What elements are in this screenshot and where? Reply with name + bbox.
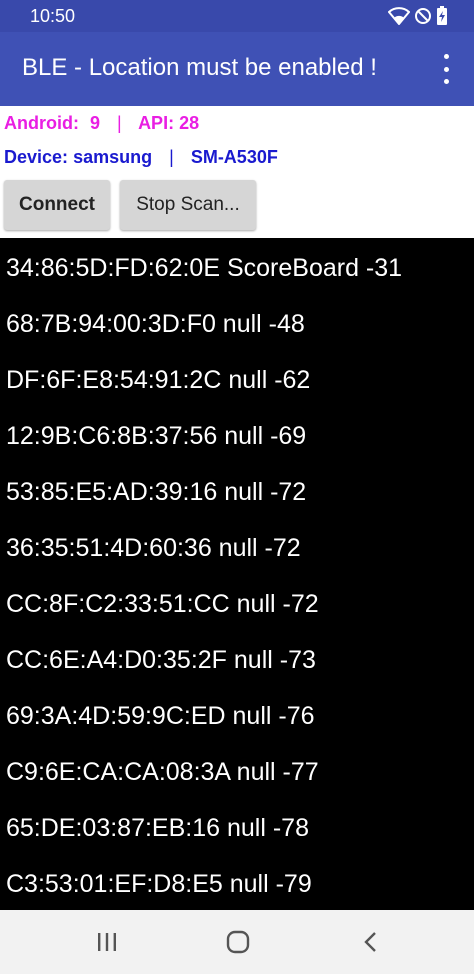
recents-icon[interactable] <box>94 930 120 954</box>
device-info: Device: samsung | SM-A530F <box>4 147 278 168</box>
api-label: API: <box>138 113 175 133</box>
device-list-item[interactable]: 36:35:51:4D:60:36 null -72 <box>0 518 474 574</box>
navigation-bar <box>0 910 474 974</box>
device-list-item[interactable]: 65:DE:03:87:EB:16 null -78 <box>0 798 474 854</box>
device-list-item[interactable]: 68:7B:94:00:3D:F0 null -48 <box>0 294 474 350</box>
device-maker: samsung <box>73 147 153 167</box>
app-title: BLE - Location must be enabled ! <box>22 54 377 81</box>
device-list-item[interactable]: 53:85:E5:AD:39:16 null -72 <box>0 462 474 518</box>
status-bar: 10:50 <box>0 0 474 32</box>
device-list-item[interactable]: 12:9B:C6:8B:37:56 null -69 <box>0 406 474 462</box>
do-not-disturb-icon <box>414 7 432 30</box>
status-time: 10:50 <box>30 6 76 26</box>
android-label: Android: <box>4 113 79 133</box>
device-model: SM-A530F <box>190 147 278 167</box>
device-list-item[interactable]: DF:6F:E8:54:91:2C null -62 <box>0 350 474 406</box>
stop-scan-button[interactable]: Stop Scan... <box>120 180 256 230</box>
battery-charging-icon <box>436 6 448 31</box>
wifi-icon <box>387 7 411 30</box>
android-info: Android: 9 | API: 28 <box>4 113 199 134</box>
device-list[interactable]: 34:86:5D:FD:62:0E ScoreBoard -31 68:7B:9… <box>0 238 474 910</box>
android-separator: | <box>117 113 122 133</box>
api-level: 28 <box>179 113 200 133</box>
back-icon[interactable] <box>358 930 384 954</box>
device-separator: | <box>169 147 174 167</box>
device-list-item[interactable]: C3:53:01:EF:D8:E5 null -79 <box>0 854 474 910</box>
device-list-item[interactable]: 69:3A:4D:59:9C:ED null -76 <box>0 686 474 742</box>
connect-button[interactable]: Connect <box>4 180 110 230</box>
device-label: Device: <box>4 147 69 167</box>
device-list-item[interactable]: CC:6E:A4:D0:35:2F null -73 <box>0 630 474 686</box>
app-bar: BLE - Location must be enabled ! <box>0 32 474 106</box>
status-icons <box>387 6 448 31</box>
device-list-item[interactable]: C9:6E:CA:CA:08:3A null -77 <box>0 742 474 798</box>
home-icon[interactable] <box>225 930 251 954</box>
android-version: 9 <box>90 113 101 133</box>
more-vert-icon[interactable] <box>436 54 456 84</box>
device-list-item[interactable]: 34:86:5D:FD:62:0E ScoreBoard -31 <box>0 238 474 294</box>
device-list-item[interactable]: CC:8F:C2:33:51:CC null -72 <box>0 574 474 630</box>
